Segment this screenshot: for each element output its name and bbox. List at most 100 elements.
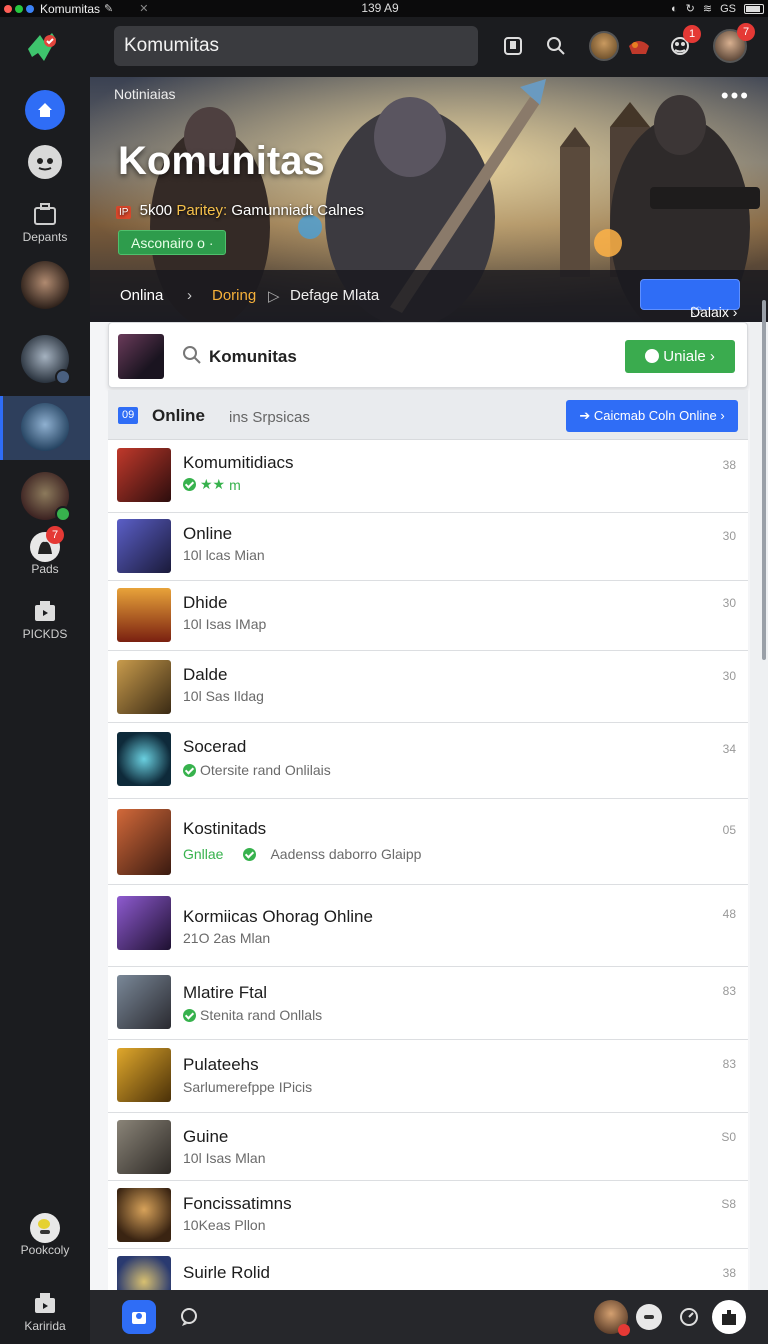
list-item[interactable]: Kormiicas Ohorag Ohline 21O 2as Mlan 48: [108, 885, 748, 967]
close-dot-icon[interactable]: [4, 4, 12, 13]
search-icon[interactable]: [541, 31, 571, 61]
online-check-icon: [55, 506, 71, 522]
row-thumbnail: [117, 809, 171, 875]
list-item[interactable]: Dhide 10l Isas IMap 30: [108, 581, 748, 651]
sidebar-item-label: Karirida: [24, 1319, 66, 1333]
row-title: Dalde: [183, 665, 228, 684]
close-icon[interactable]: ✕: [139, 2, 148, 15]
friends-icon[interactable]: 1: [665, 25, 701, 61]
row-subtitle: Stenita rand Onllals: [183, 1007, 322, 1023]
arrow-right-icon: ➔: [579, 408, 591, 423]
row-thumbnail: [117, 975, 171, 1029]
app-logo-icon[interactable]: [22, 27, 62, 67]
home-icon[interactable]: [25, 90, 65, 130]
join-button[interactable]: Asconairo o ·: [118, 230, 227, 255]
list-item[interactable]: Kostinitads Gnllae Aadenss daborro Glaip…: [108, 799, 748, 885]
wifi-icon: ≋: [702, 3, 713, 15]
community-panel: Komunitas Uniale › 09 Online ins Srpsica…: [90, 322, 750, 1290]
more-options-icon[interactable]: •••: [721, 83, 750, 109]
member-count: 5k00: [139, 202, 173, 219]
row-title: Online: [183, 524, 233, 543]
list-item[interactable]: Online 10l lcas Mian 30: [108, 513, 748, 581]
list-item[interactable]: Dalde 10l Sas Ildag 30: [108, 651, 748, 723]
sidebar-item-pickds[interactable]: PICKDS: [0, 598, 90, 641]
details-button[interactable]: ♡ Dalaix ›: [640, 279, 740, 320]
minimize-dot-icon[interactable]: [26, 4, 34, 13]
hero-subtitle: IP 5k00 Paritey: Gamunniadt Calnes: [116, 202, 364, 219]
verified-check-icon: [243, 847, 257, 861]
list-item[interactable]: Komumitidiacs ★★ m 38: [108, 440, 748, 513]
verified-check-icon: [183, 763, 196, 777]
community-search-card: Komunitas Uniale ›: [108, 322, 748, 388]
row-title: Foncissatimns: [183, 1194, 292, 1213]
emoji-icon[interactable]: [636, 1304, 662, 1330]
profile-avatar[interactable]: 7: [713, 23, 755, 63]
card-title: Komunitas: [209, 347, 297, 366]
hero-subtitle-text: Gamunniadt Calnes: [231, 202, 364, 219]
sidebar-server-2[interactable]: [0, 335, 90, 385]
gift-icon[interactable]: [712, 1300, 746, 1334]
row-title: Guine: [183, 1127, 229, 1146]
store-icon[interactable]: [624, 31, 654, 61]
row-thumbnail: [117, 519, 171, 573]
row-subtitle: 10l lcas Mian: [183, 547, 265, 563]
row-count: S0: [721, 1130, 736, 1144]
list-item[interactable]: Foncissatimns 10Keas Pllon S8: [108, 1181, 748, 1249]
search-input[interactable]: Komumitas: [114, 26, 478, 66]
unite-label: Uniale ›: [663, 348, 715, 365]
row-subtitle: 10Keas Pllon: [183, 1217, 266, 1233]
row-sub-text: Aadenss daborro Glaipp: [270, 846, 422, 862]
online-action-button[interactable]: ➔ Caicmab Coln Online ›: [566, 400, 738, 432]
profile-card-icon[interactable]: [122, 1300, 156, 1334]
status-dot-icon: [55, 369, 71, 385]
row-sub-text: Stenita rand Onllals: [200, 1007, 323, 1023]
row-thumbnail: [117, 660, 171, 714]
row-thumbnail: [117, 1048, 171, 1102]
scrollbar-thumb[interactable]: [762, 300, 766, 660]
timer-icon[interactable]: [672, 1300, 706, 1334]
list-item[interactable]: Pulateehs Sarlumerefppe IPicis 83: [108, 1040, 748, 1113]
theme-icon: ◐: [671, 2, 678, 15]
server-avatar[interactable]: [21, 261, 69, 309]
list-item[interactable]: Socerad Otersite rand Onlilais 34: [108, 723, 748, 799]
network-label: GS: [720, 2, 736, 15]
row-subtitle: ★★ m: [183, 476, 241, 493]
ghost-icon[interactable]: [28, 145, 62, 179]
user-avatar[interactable]: [594, 1300, 630, 1336]
list-item[interactable]: Suirle Rolid 38: [108, 1249, 748, 1290]
sidebar-server-1[interactable]: [0, 261, 90, 309]
search-icon[interactable]: [182, 345, 202, 365]
row-sub-text: Otersite rand Onlilais: [200, 762, 331, 778]
home-button[interactable]: [0, 90, 90, 130]
online-dot-icon: [183, 478, 196, 491]
row-title: Komumitidiacs: [183, 453, 294, 472]
list-item[interactable]: Mlatire Ftal Stenita rand Onllals 83: [108, 967, 748, 1040]
row-thumbnail: [117, 1120, 171, 1174]
server-avatar[interactable]: [21, 335, 71, 385]
sidebar-server-3[interactable]: [0, 472, 90, 522]
store-icon: [35, 1293, 55, 1313]
sidebar-item-discover[interactable]: [0, 145, 90, 179]
sidebar-item-depants[interactable]: Depants: [0, 201, 90, 244]
user-avatar-1[interactable]: [589, 31, 619, 61]
row-count: 38: [722, 458, 736, 472]
list-item[interactable]: Guine 10l Isas Mlan S0: [108, 1113, 748, 1181]
sidebar-item-label: PICKDS: [22, 627, 68, 641]
unite-button[interactable]: Uniale ›: [625, 340, 735, 373]
row-subtitle: Sarlumerefppe IPicis: [183, 1079, 313, 1095]
sidebar-item-karirida[interactable]: Karirida: [0, 1290, 90, 1333]
server-avatar[interactable]: [21, 403, 69, 451]
sidebar-item-pookcoly[interactable]: Pookcoly: [0, 1213, 90, 1257]
window-controls[interactable]: [4, 4, 34, 13]
play-icon: ▷: [268, 288, 280, 305]
tab-doring[interactable]: Doring: [212, 287, 256, 304]
tab-online[interactable]: Onlina: [120, 287, 163, 304]
tab-defage[interactable]: Defage Mlata: [290, 287, 379, 304]
maximize-dot-icon[interactable]: [15, 4, 23, 13]
bookmark-icon[interactable]: [498, 31, 528, 61]
sidebar-item-pads[interactable]: 7 Pads: [0, 526, 90, 576]
sidebar-server-selected[interactable]: [0, 403, 90, 451]
chat-icon[interactable]: [172, 1300, 206, 1334]
bottom-bar: [90, 1290, 768, 1344]
server-avatar[interactable]: [21, 472, 71, 522]
